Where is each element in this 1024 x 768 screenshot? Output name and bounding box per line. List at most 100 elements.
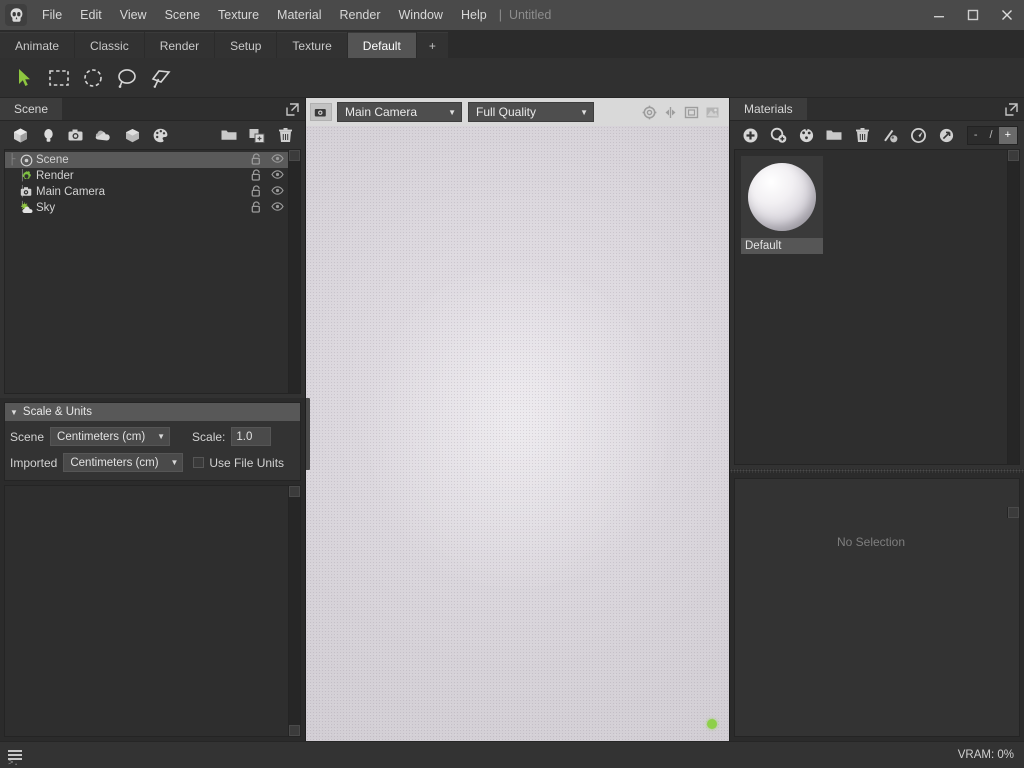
tree-row-main-camera[interactable]: ├ Main Camera: [5, 184, 288, 200]
tab-materials[interactable]: Materials: [730, 98, 807, 120]
scrollbar-thumb[interactable]: [289, 486, 300, 497]
imported-units-dropdown[interactable]: Centimeters (cm) ▼: [63, 453, 183, 472]
folder-icon[interactable]: [820, 123, 848, 147]
scene-tree[interactable]: ├ Scene: [5, 150, 288, 393]
menu-file[interactable]: File: [33, 0, 71, 30]
tab-setup[interactable]: Setup: [215, 32, 276, 58]
chevron-down-icon[interactable]: ▼: [10, 408, 18, 417]
tab-scene[interactable]: Scene: [0, 98, 62, 120]
tab-default[interactable]: Default: [348, 32, 416, 58]
lock-open-icon[interactable]: [251, 153, 262, 168]
scale-input[interactable]: 1.0: [231, 427, 271, 446]
trash-icon[interactable]: [271, 123, 299, 147]
scene-tree-scrollbar[interactable]: [288, 150, 300, 393]
tree-row-render[interactable]: ├ Render: [5, 168, 288, 184]
scrollbar-track[interactable]: [1008, 161, 1019, 464]
vram-status: VRAM: 0%: [958, 749, 1014, 761]
apply-material-icon[interactable]: [932, 123, 960, 147]
add-volume-icon[interactable]: [118, 123, 146, 147]
tree-row-scene[interactable]: ├ Scene: [5, 152, 288, 168]
checker-preview-icon[interactable]: [704, 104, 721, 121]
eye-icon[interactable]: [271, 202, 284, 214]
left-panel-scrollbar[interactable]: [288, 486, 300, 736]
add-layer-icon[interactable]: [764, 123, 792, 147]
materials-scrollbar[interactable]: [1007, 150, 1019, 464]
fullscreen-square-icon[interactable]: [683, 104, 700, 121]
use-file-units-checkbox[interactable]: [193, 457, 204, 468]
material-thumbnail-size-control[interactable]: - / +: [967, 126, 1018, 145]
materials-grid[interactable]: Default: [735, 150, 1007, 464]
add-material-icon[interactable]: [146, 123, 174, 147]
viewport-canvas[interactable]: [306, 126, 729, 741]
viewport-panel: Main Camera ▼ Full Quality ▼: [305, 98, 730, 741]
close-button[interactable]: [990, 0, 1024, 30]
menu-material[interactable]: Material: [268, 0, 330, 30]
polygon-lasso-icon[interactable]: [144, 62, 178, 94]
refresh-material-icon[interactable]: [904, 123, 932, 147]
materials-panel-tabrow: Materials: [730, 98, 1024, 121]
folder-icon[interactable]: [215, 123, 243, 147]
settings-gear-icon[interactable]: [641, 104, 658, 121]
ellipse-marquee-icon[interactable]: [76, 62, 110, 94]
lock-open-icon[interactable]: [251, 169, 262, 184]
viewport-camera-dropdown[interactable]: Main Camera ▼: [337, 102, 462, 122]
tab-classic[interactable]: Classic: [75, 32, 144, 58]
menu-texture[interactable]: Texture: [209, 0, 268, 30]
add-camera-icon[interactable]: [62, 123, 90, 147]
tab-animate[interactable]: Animate: [0, 32, 74, 58]
sphere-preview-icon[interactable]: [792, 123, 820, 147]
pick-material-icon[interactable]: [876, 123, 904, 147]
expand-panel-icon[interactable]: [284, 101, 300, 117]
scene-units-dropdown[interactable]: Centimeters (cm) ▼: [50, 427, 170, 446]
lock-open-icon[interactable]: [251, 185, 262, 200]
viewport-camera-value: Main Camera: [345, 105, 417, 119]
tab-render[interactable]: Render: [145, 32, 214, 58]
tree-row-sky[interactable]: └ Sky: [5, 200, 288, 216]
tab-texture[interactable]: Texture: [277, 32, 346, 58]
menu-scene[interactable]: Scene: [156, 0, 209, 30]
imported-units-label: Imported: [10, 456, 57, 470]
zoom-in-button[interactable]: +: [999, 127, 1017, 144]
selection-tool-strip: [0, 58, 1024, 98]
minimize-button[interactable]: [922, 0, 956, 30]
maximize-button[interactable]: [956, 0, 990, 30]
materials-panel-toolbar: - / +: [730, 121, 1024, 149]
lock-open-icon[interactable]: [251, 201, 262, 216]
arrow-select-icon[interactable]: [8, 62, 42, 94]
viewport-quality-dropdown[interactable]: Full Quality ▼: [468, 102, 594, 122]
scrollbar-track[interactable]: [289, 161, 300, 393]
scrollbar-track[interactable]: [289, 497, 300, 725]
scrollbar-thumb[interactable]: [1008, 507, 1019, 518]
zoom-out-button[interactable]: -: [968, 127, 984, 144]
selection-panel-scrollbar[interactable]: [1007, 507, 1019, 518]
scrollbar-thumb[interactable]: [289, 150, 300, 161]
add-object-cube-icon[interactable]: [6, 123, 34, 147]
menu-view[interactable]: View: [111, 0, 156, 30]
trash-icon[interactable]: [848, 123, 876, 147]
tree-branch-line: ├: [5, 170, 19, 182]
material-thumbnail[interactable]: [741, 156, 823, 238]
add-light-icon[interactable]: [34, 123, 62, 147]
viewport-splitter-handle[interactable]: [306, 398, 310, 470]
menu-edit[interactable]: Edit: [71, 0, 111, 30]
eye-icon[interactable]: [271, 186, 284, 198]
material-card[interactable]: Default: [741, 156, 823, 254]
scale-units-header[interactable]: ▼ Scale & Units: [5, 403, 300, 421]
menu-render[interactable]: Render: [331, 0, 390, 30]
add-workspace-tab-button[interactable]: +: [417, 32, 448, 58]
console-prompt[interactable]: >.: [8, 758, 19, 768]
eye-icon[interactable]: [271, 170, 284, 182]
rectangle-marquee-icon[interactable]: [42, 62, 76, 94]
add-material-plus-icon[interactable]: [736, 123, 764, 147]
chevron-down-icon: ▼: [170, 458, 178, 467]
menu-window[interactable]: Window: [390, 0, 452, 30]
lasso-icon[interactable]: [110, 62, 144, 94]
scrollbar-thumb[interactable]: [1008, 150, 1019, 161]
add-sky-icon[interactable]: [90, 123, 118, 147]
eye-icon[interactable]: [271, 154, 284, 166]
menu-help[interactable]: Help: [452, 0, 496, 30]
scrollbar-thumb-end[interactable]: [289, 725, 300, 736]
expand-panel-icon[interactable]: [1003, 101, 1019, 117]
duplicate-icon[interactable]: [243, 123, 271, 147]
split-view-icon[interactable]: [662, 104, 679, 121]
